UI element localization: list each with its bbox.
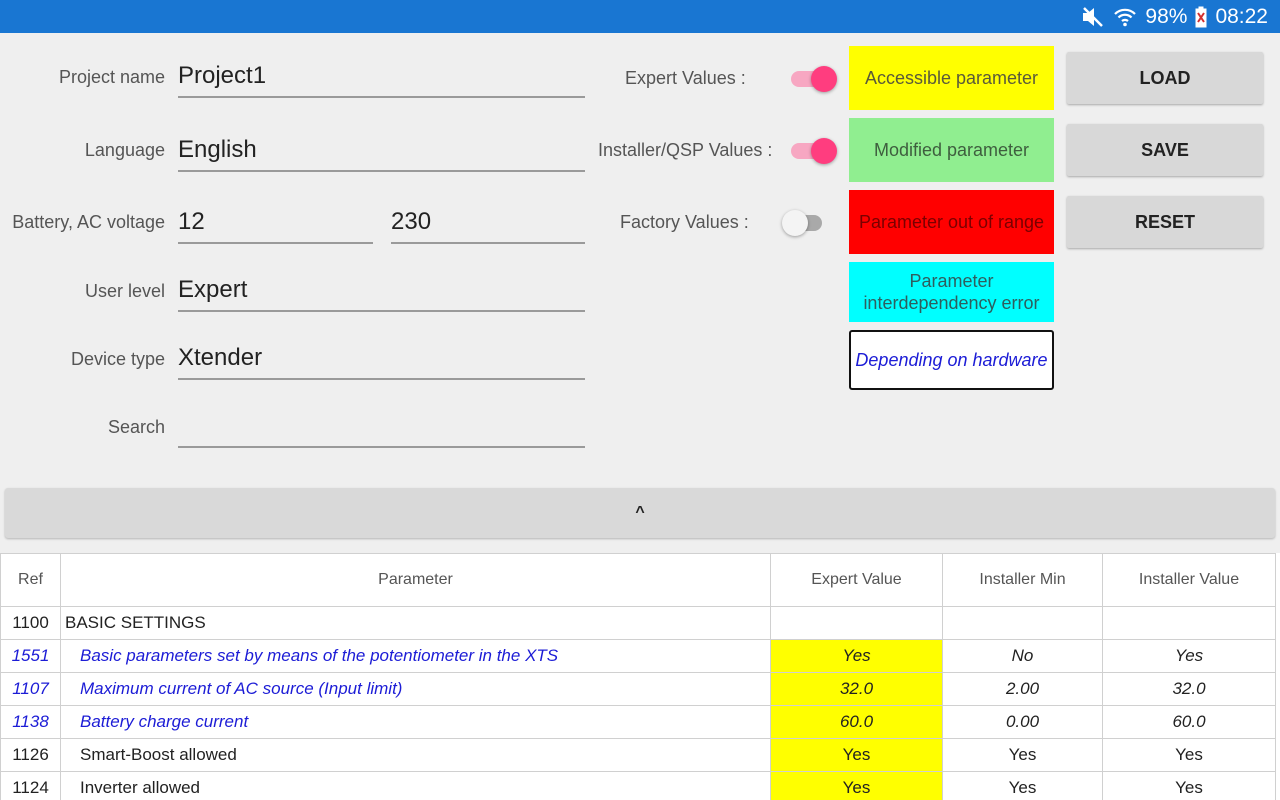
reset-button[interactable]: RESET bbox=[1067, 196, 1263, 248]
device-type-label: Device type bbox=[70, 349, 165, 369]
legend-accessible: Accessible parameter bbox=[849, 46, 1054, 110]
row-installer-min bbox=[942, 606, 1103, 640]
load-button[interactable]: LOAD bbox=[1067, 52, 1263, 104]
wifi-icon bbox=[1113, 6, 1137, 28]
ac-voltage-field[interactable]: 230 bbox=[391, 206, 585, 244]
row-expert-value[interactable]: 60.0 bbox=[770, 705, 943, 739]
installer-values-label: Installer/QSP Values : bbox=[598, 140, 773, 160]
row-parameter: Smart-Boost allowed bbox=[60, 738, 771, 772]
row-ref: 1107 bbox=[0, 672, 61, 706]
row-installer-min: 0.00 bbox=[942, 705, 1103, 739]
row-installer-value[interactable]: 32.0 bbox=[1102, 672, 1276, 706]
legend-modified: Modified parameter bbox=[849, 118, 1054, 182]
search-label: Search bbox=[107, 417, 165, 437]
header-parameter[interactable]: Parameter bbox=[60, 553, 771, 607]
project-name-field[interactable]: Project1 bbox=[178, 60, 585, 98]
row-parameter: Battery charge current bbox=[60, 705, 771, 739]
row-installer-value[interactable]: Yes bbox=[1102, 639, 1276, 673]
table-row[interactable]: 1551 Basic parameters set by means of th… bbox=[0, 639, 1276, 673]
user-level-field[interactable]: Expert bbox=[178, 274, 585, 312]
row-expert-value[interactable]: Yes bbox=[770, 738, 943, 772]
header-ref[interactable]: Ref bbox=[0, 553, 61, 607]
toggle-thumb bbox=[811, 138, 837, 164]
row-ref: 1100 bbox=[0, 606, 61, 640]
factory-values-label: Factory Values : bbox=[620, 212, 749, 232]
toggle-thumb bbox=[811, 66, 837, 92]
row-ref: 1551 bbox=[0, 639, 61, 673]
expert-values-toggle[interactable] bbox=[789, 65, 837, 92]
header-installer-min[interactable]: Installer Min bbox=[942, 553, 1103, 607]
header-installer-value[interactable]: Installer Value bbox=[1102, 553, 1276, 607]
language-label: Language bbox=[84, 140, 165, 160]
mute-icon bbox=[1081, 6, 1105, 28]
project-name-label: Project name bbox=[58, 67, 165, 87]
status-bar: 98% 08:22 bbox=[0, 0, 1280, 33]
row-installer-value[interactable]: Yes bbox=[1102, 771, 1276, 800]
legend-interdependency-line2: interdependency error bbox=[863, 293, 1040, 313]
row-ref: 1138 bbox=[0, 705, 61, 739]
row-parameter: Basic parameters set by means of the pot… bbox=[60, 639, 771, 673]
search-input[interactable] bbox=[178, 410, 585, 448]
table-header-row: Ref Parameter Expert Value Installer Min… bbox=[0, 553, 1276, 607]
table-row[interactable]: 1138 Battery charge current 60.0 0.00 60… bbox=[0, 705, 1276, 739]
row-installer-value[interactable]: Yes bbox=[1102, 738, 1276, 772]
legend-interdependency: Parameter interdependency error bbox=[849, 262, 1054, 322]
language-field[interactable]: English bbox=[178, 134, 585, 172]
parameter-table: Ref Parameter Expert Value Installer Min… bbox=[0, 553, 1280, 800]
table-row[interactable]: 1107 Maximum current of AC source (Input… bbox=[0, 672, 1276, 706]
factory-values-toggle[interactable] bbox=[782, 209, 828, 236]
row-parameter: Inverter allowed bbox=[60, 771, 771, 800]
table-row[interactable]: 1126 Smart-Boost allowed Yes Yes Yes bbox=[0, 738, 1276, 772]
row-installer-min: Yes bbox=[942, 738, 1103, 772]
row-parameter: BASIC SETTINGS bbox=[60, 606, 771, 640]
battery-percent: 98% bbox=[1145, 4, 1188, 28]
battery-voltage-field[interactable]: 12 bbox=[178, 206, 373, 244]
legend-interdependency-line1: Parameter bbox=[909, 271, 994, 291]
collapse-toggle-button[interactable]: ^ bbox=[5, 488, 1275, 538]
row-ref: 1126 bbox=[0, 738, 61, 772]
toggle-thumb bbox=[782, 210, 808, 236]
table-row[interactable]: 1100 BASIC SETTINGS bbox=[0, 606, 1276, 640]
battery-icon bbox=[1195, 6, 1207, 28]
installer-values-toggle[interactable] bbox=[789, 137, 837, 164]
battery-ac-label: Battery, AC voltage bbox=[12, 212, 165, 232]
row-expert-value bbox=[770, 606, 943, 640]
row-installer-min: No bbox=[942, 639, 1103, 673]
row-installer-value[interactable]: 60.0 bbox=[1102, 705, 1276, 739]
user-level-label: User level bbox=[84, 281, 165, 301]
legend-hardware: Depending on hardware bbox=[849, 330, 1054, 390]
row-parameter: Maximum current of AC source (Input limi… bbox=[60, 672, 771, 706]
row-expert-value[interactable]: 32.0 bbox=[770, 672, 943, 706]
table-row[interactable]: 1124 Inverter allowed Yes Yes Yes bbox=[0, 771, 1276, 800]
row-installer-min: Yes bbox=[942, 771, 1103, 800]
row-expert-value[interactable]: Yes bbox=[770, 639, 943, 673]
header-expert-value[interactable]: Expert Value bbox=[770, 553, 943, 607]
row-ref: 1124 bbox=[0, 771, 61, 800]
device-type-field[interactable]: Xtender bbox=[178, 342, 585, 380]
expert-values-label: Expert Values : bbox=[625, 68, 746, 88]
row-installer-min: 2.00 bbox=[942, 672, 1103, 706]
legend-out-of-range: Parameter out of range bbox=[849, 190, 1054, 254]
row-expert-value[interactable]: Yes bbox=[770, 771, 943, 800]
clock: 08:22 bbox=[1215, 4, 1268, 28]
save-button[interactable]: SAVE bbox=[1067, 124, 1263, 176]
row-installer-value bbox=[1102, 606, 1276, 640]
